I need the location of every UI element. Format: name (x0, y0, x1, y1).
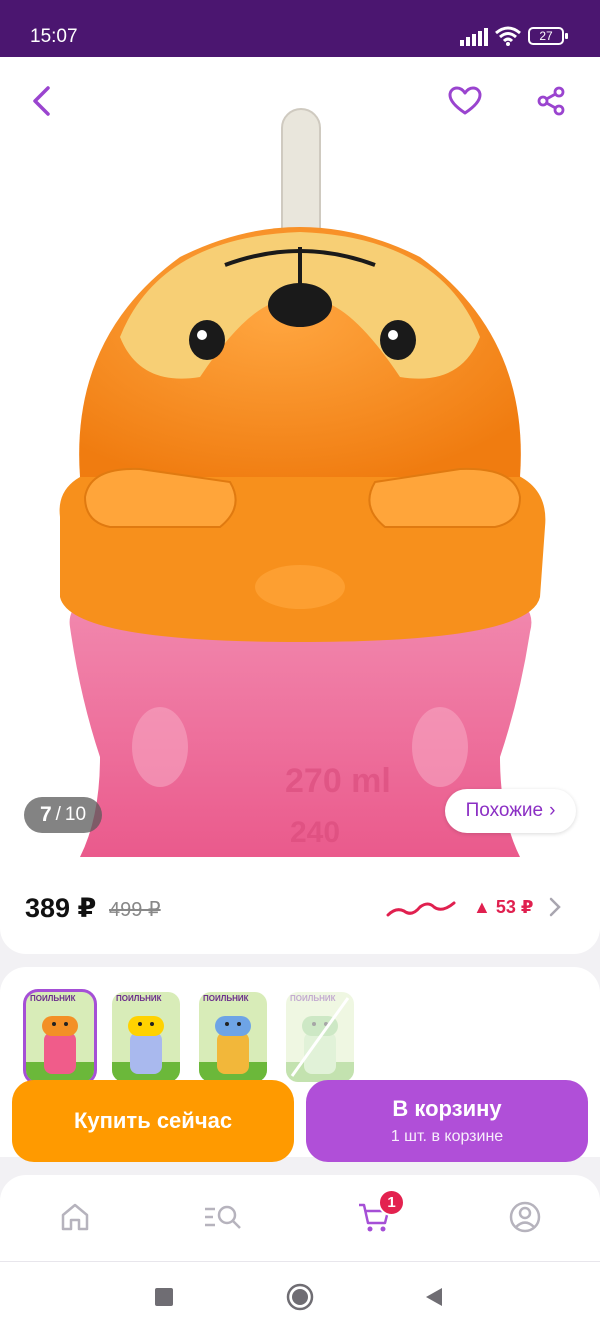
nav-back-icon (426, 1288, 442, 1306)
product-image: 270 ml 240 (59, 108, 546, 857)
back-button[interactable] (22, 81, 62, 121)
add-to-cart-button[interactable]: В корзину 1 шт. в корзине (306, 1080, 588, 1162)
tab-profile[interactable] (505, 1197, 545, 1237)
current-price: 389 ₽ (25, 893, 97, 923)
status-time: 15:07 (30, 26, 78, 47)
image-counter-current: 7 (39, 803, 52, 826)
variant-thumb-2[interactable]: ПОИЛЬНИК (112, 992, 180, 1082)
svg-text:240: 240 (290, 816, 340, 849)
trend-icon (386, 901, 456, 917)
variant-thumb-3[interactable]: ПОИЛЬНИК (199, 992, 267, 1082)
price-up-arrow-icon: ▲ (473, 897, 491, 917)
variant-brand-text: ПОИЛЬНИК (30, 994, 76, 1003)
cart-badge: 1 (378, 1189, 405, 1216)
variant-image (112, 1016, 180, 1082)
home-icon (61, 1203, 89, 1231)
system-nav-bar (0, 1262, 600, 1332)
similar-label: Похожие (465, 800, 544, 821)
add-to-cart-label: В корзину (392, 1096, 502, 1121)
tab-home[interactable] (55, 1197, 95, 1237)
variant-brand-text: ПОИЛЬНИК (116, 994, 162, 1003)
tab-catalog[interactable] (203, 1197, 243, 1237)
catalog-search-icon (205, 1205, 241, 1229)
variant-brand-text: ПОИЛЬНИК (203, 994, 249, 1003)
image-counter-total: 10 (64, 804, 87, 825)
product-gallery[interactable]: 270 ml 240 7 / 10 Похожие › (0, 57, 600, 857)
nav-square-icon (155, 1288, 173, 1306)
signal-icon (460, 28, 488, 51)
nav-back-button[interactable] (419, 1282, 449, 1312)
in-cart-note: 1 шт. в корзине (390, 1128, 504, 1145)
price-change-value: 53 ₽ (495, 897, 534, 917)
variant-thumb-4[interactable]: ПОИЛЬНИК (286, 992, 354, 1082)
variant-thumb-1[interactable]: ПОИЛЬНИК (26, 992, 94, 1082)
svg-text:270 ml: 270 ml (285, 762, 391, 800)
buy-now-button[interactable]: Купить сейчас (12, 1080, 294, 1162)
price-card[interactable]: 389 ₽ 499 ₽ ▲ 53 ₽ (0, 857, 600, 954)
buy-now-label: Купить сейчас (73, 1108, 233, 1133)
status-bar: 15:07 27 (0, 0, 600, 57)
variant-brand-text: ПОИЛЬНИК (290, 994, 336, 1003)
share-button[interactable] (531, 81, 571, 121)
bottom-tab-bar: 1 (0, 1175, 600, 1262)
profile-icon (509, 1201, 541, 1233)
favorite-button[interactable] (445, 81, 485, 121)
chevron-right-icon[interactable] (548, 897, 562, 917)
image-counter-separator: / (55, 804, 61, 825)
battery-indicator: 27 (528, 27, 568, 45)
share-icon (537, 86, 565, 116)
wifi-icon (494, 26, 522, 51)
similar-button[interactable]: Похожие › (445, 789, 576, 833)
nav-circle-icon (286, 1283, 314, 1311)
old-price: 499 ₽ (109, 899, 161, 921)
variant-image (26, 1016, 94, 1082)
variant-image (199, 1016, 267, 1082)
nav-recents-button[interactable] (149, 1282, 179, 1312)
chevron-right-icon: › (549, 800, 556, 821)
nav-home-button[interactable] (285, 1282, 315, 1312)
variant-image (286, 997, 354, 1082)
back-icon (33, 86, 50, 116)
image-counter: 7 / 10 (24, 797, 102, 833)
price-change: ▲ 53 ₽ (473, 897, 533, 918)
heart-icon (448, 86, 482, 115)
